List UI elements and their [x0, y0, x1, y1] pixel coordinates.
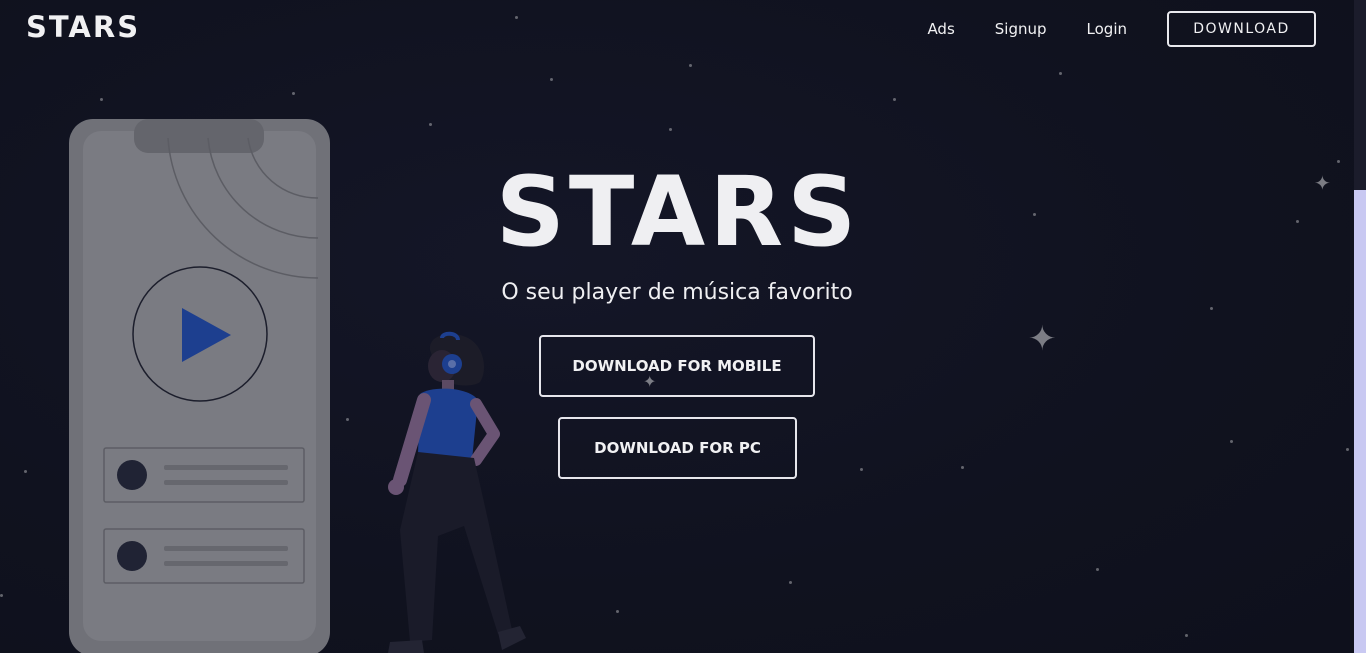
star: [1296, 220, 1299, 223]
star: [616, 610, 619, 613]
hero-title: STARS: [495, 156, 861, 268]
star: [100, 98, 103, 101]
star: [1059, 72, 1062, 75]
download-pc-button[interactable]: DOWNLOAD FOR PC: [558, 417, 797, 479]
star: [1346, 448, 1349, 451]
star: [1096, 568, 1099, 571]
star: [669, 128, 672, 131]
sparkle: ✦: [1314, 171, 1331, 195]
star: [789, 581, 792, 584]
star: [689, 64, 692, 67]
star: [1033, 213, 1036, 216]
star: [429, 123, 432, 126]
phone-illustration: [69, 119, 330, 653]
nav-signup-link[interactable]: Signup: [995, 20, 1047, 38]
star: [860, 468, 863, 471]
star: [1230, 440, 1233, 443]
star: [24, 470, 27, 473]
nav-login-link[interactable]: Login: [1087, 20, 1127, 38]
star: [1337, 160, 1340, 163]
star: [515, 16, 518, 19]
star: [1185, 634, 1188, 637]
star: [292, 92, 295, 95]
landing-page: ✦ ✦ ✦ ✦ STARS Ads Signup Login DOWNLOAD: [0, 0, 1354, 653]
hero-subtitle: O seu player de música favorito: [501, 280, 853, 305]
star: [0, 594, 3, 597]
star: [1210, 307, 1213, 310]
star: [550, 78, 553, 81]
person-illustration: [388, 331, 526, 653]
sparkle: ✦: [1028, 319, 1057, 359]
download-mobile-button[interactable]: DOWNLOAD FOR MOBILE: [539, 335, 815, 397]
top-nav: Ads Signup Login DOWNLOAD: [927, 11, 1316, 47]
logo[interactable]: STARS: [26, 10, 140, 44]
scrollbar-thumb[interactable]: [1354, 0, 1366, 190]
nav-ads-link[interactable]: Ads: [927, 20, 954, 38]
star: [346, 418, 349, 421]
nav-download-button[interactable]: DOWNLOAD: [1167, 11, 1316, 47]
star: [961, 466, 964, 469]
vertical-scrollbar[interactable]: [1354, 0, 1366, 653]
star: [893, 98, 896, 101]
